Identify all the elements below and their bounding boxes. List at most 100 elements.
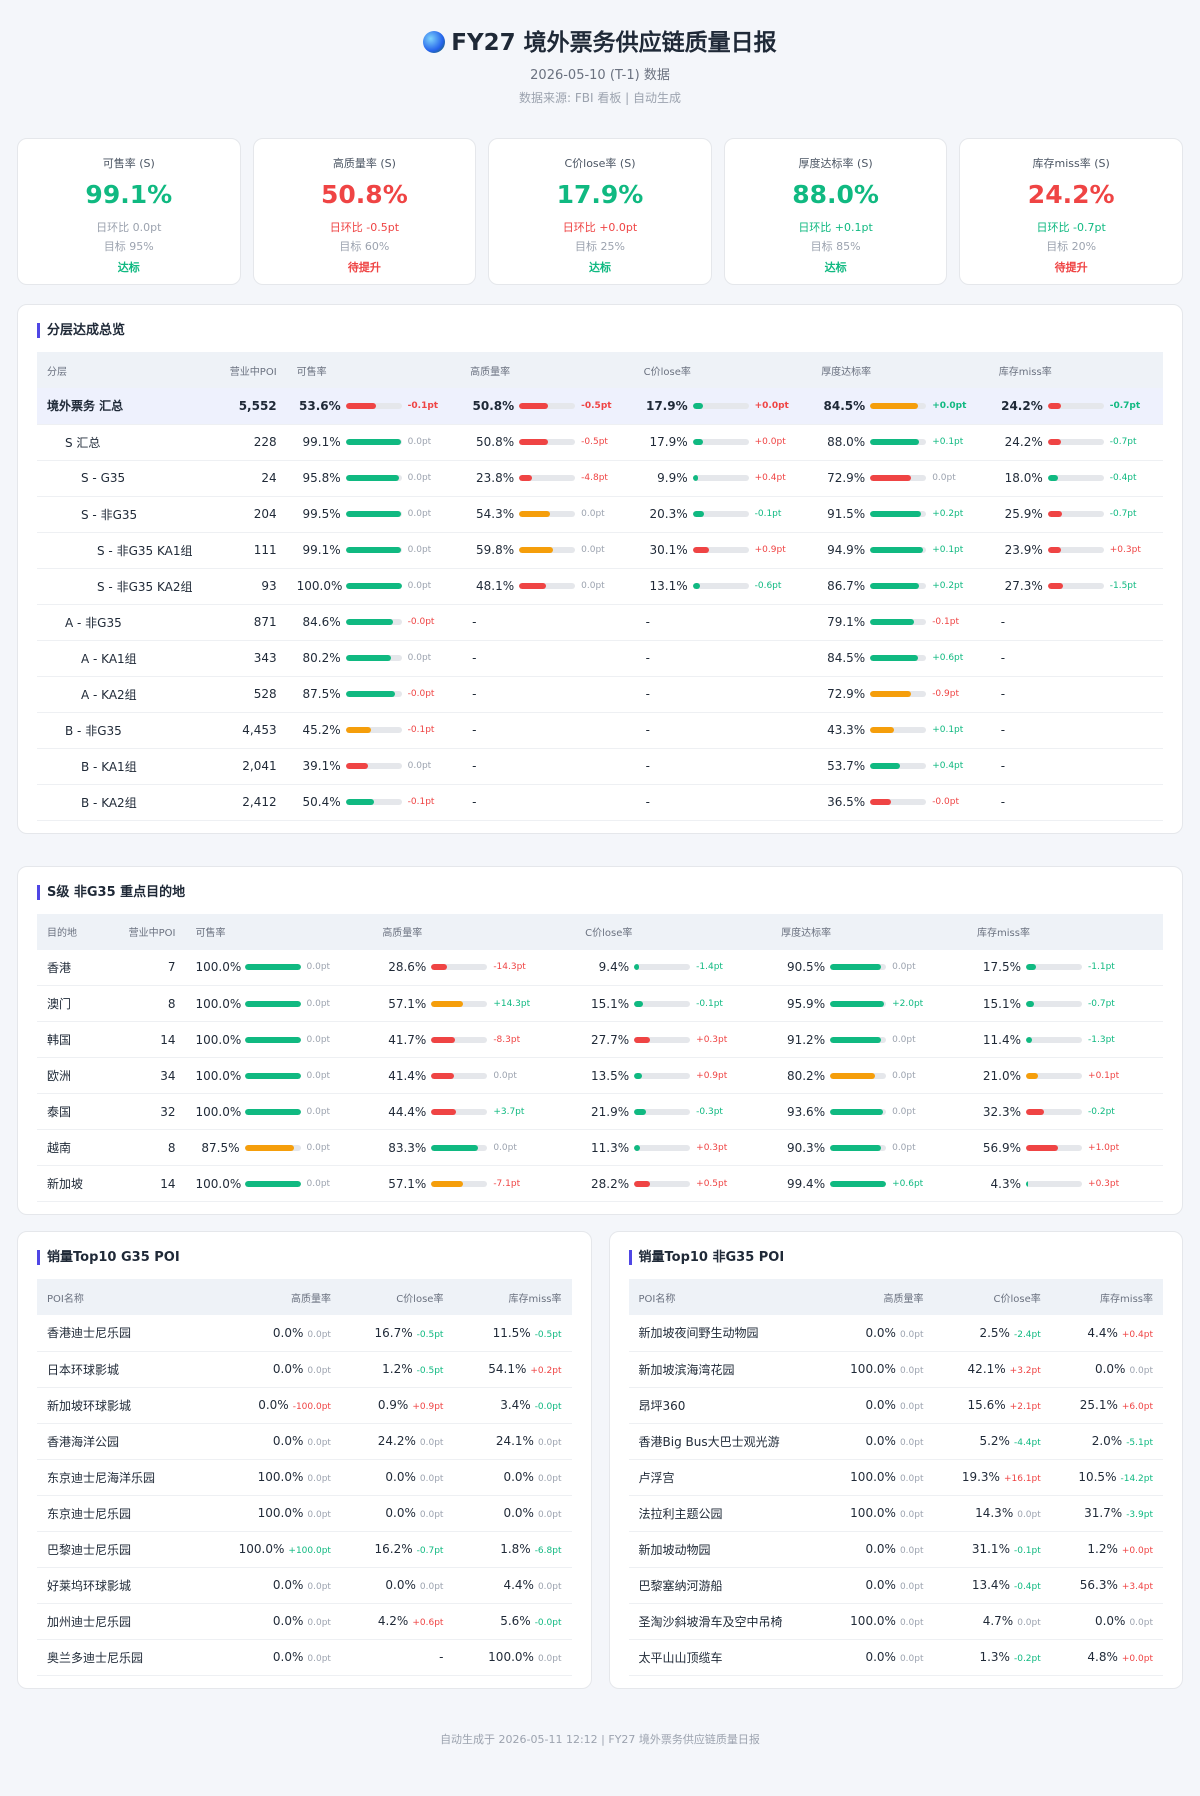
metric-delta: +0.0pt <box>754 400 789 411</box>
metric-cell: 28.6% -14.3pt <box>372 949 576 986</box>
poi-metric-delta: +0.0pt <box>1121 1654 1153 1664</box>
metric-bar-fill <box>519 439 548 445</box>
metric-bar-fill <box>634 1036 650 1043</box>
metric-value: 100.0% <box>195 1032 242 1047</box>
metric-cell: 80.2% 0.0pt <box>286 640 461 677</box>
metric-bar <box>830 1000 887 1007</box>
tier-row: S - 非G35 KA1组 111 99.1% 0.0pt 59.8% 0.0pt 30.1… <box>37 532 1163 569</box>
poi-metric-value: 0.0% <box>1094 1614 1126 1628</box>
metric-bar <box>431 1180 488 1187</box>
metric-delta: +0.3pt <box>1088 1178 1120 1189</box>
poi-metric: 0.0% 0.0pt <box>198 1639 341 1676</box>
metric: 21.0% +0.1pt <box>977 1069 1153 1083</box>
metric-cell: 53.7% +0.4pt <box>811 748 989 785</box>
poi-metric-delta: 0.0pt <box>1129 1618 1153 1628</box>
tier-name: S - 非G35 KA1组 <box>37 532 215 569</box>
poi-metric-value: 0.0% <box>865 1542 896 1556</box>
metric-delta: -0.1pt <box>407 725 435 735</box>
metric-bar <box>345 439 402 445</box>
poi-metric-delta: -0.1pt <box>1013 1546 1041 1556</box>
metric-delta: -1.1pt <box>1088 962 1115 973</box>
tier-row: B - KA1组 2,041 39.1% 0.0pt - - 53.7% +0.4pt - <box>37 748 1163 785</box>
metric: 54.3% 0.0pt <box>470 507 623 521</box>
poi-metric-value: 100.0% <box>238 1542 285 1556</box>
metric-bar <box>345 691 402 697</box>
metric-value: 80.2% <box>302 651 341 665</box>
report-title: FY27 境外票务供应链质量日报 <box>451 30 777 56</box>
metric-delta: -0.0pt <box>932 797 959 807</box>
metric: 36.5% -0.0pt <box>821 795 979 809</box>
poi-metric-value: 4.8% <box>1087 1650 1118 1664</box>
metric-bar <box>519 402 576 409</box>
metric-bar <box>519 439 576 445</box>
poi-metric-value: 100.0% <box>850 1506 896 1520</box>
poi-row: 新加坡环球影城 0.0% -100.0pt 0.9% +0.9pt 3.4% -0.0pt <box>37 1387 572 1424</box>
metric-delta: 0.0pt <box>581 581 605 591</box>
metric-bar-fill <box>870 727 895 733</box>
poi-metric: 0.9% +0.9pt <box>340 1387 454 1424</box>
metric-bar-fill <box>244 1108 301 1115</box>
metric-bar-fill <box>244 1144 294 1151</box>
column-header: POI名称 <box>628 1279 823 1315</box>
metric-bar <box>692 583 749 589</box>
metric-cell: 30.1% +0.9pt <box>633 532 812 569</box>
metric: 53.7% +0.4pt <box>821 759 979 773</box>
poi-metric: 100.0% 0.0pt <box>822 1459 934 1496</box>
poi-metric-value: 15.6% <box>967 1398 1006 1412</box>
metric-cell: - <box>988 748 1163 785</box>
metric-cell: 54.3% 0.0pt <box>460 496 634 533</box>
metric-value: 9.4% <box>598 960 630 975</box>
metric-value: 84.5% <box>827 651 866 665</box>
poi-metric-delta: +0.9pt <box>412 1402 444 1412</box>
metric-bar <box>1026 964 1083 971</box>
metric-cell: 72.9% -0.9pt <box>811 676 989 713</box>
poi-name: 太平山山顶缆车 <box>628 1639 823 1676</box>
metric-bar <box>1047 439 1104 445</box>
poi-name: 东京迪士尼海洋乐园 <box>37 1459 199 1496</box>
kpi-title: 库存miss率 (S) <box>1032 157 1110 170</box>
kpi-delta: 日环比 -0.7pt <box>1036 221 1106 234</box>
metric-value: 17.5% <box>982 960 1022 975</box>
metric-cell: 100.0% 0.0pt <box>185 949 373 986</box>
poi-metric-value: 0.9% <box>377 1398 409 1412</box>
metric-bar <box>830 1072 887 1079</box>
metric-delta: -0.7pt <box>1109 437 1137 447</box>
metric-value: 15.1% <box>591 996 630 1011</box>
poi-metric-value: 4.4% <box>503 1578 534 1592</box>
metric-bar <box>244 1180 301 1187</box>
metric-bar-fill <box>1026 1108 1045 1115</box>
tier-row: B - 非G35 4,453 45.2% -0.1pt - - 43.3% +0.1pt - <box>37 712 1163 749</box>
metric: 93.6% 0.0pt <box>781 1105 957 1119</box>
poi-metric: 2.5% -2.4pt <box>933 1315 1051 1352</box>
metric-cell: 13.5% +0.9pt <box>575 1057 772 1094</box>
poi-metric: 24.1% 0.0pt <box>453 1423 572 1460</box>
poi-metric: 0.0% 0.0pt <box>453 1459 572 1496</box>
poi-metric: 0.0% 0.0pt <box>198 1603 341 1640</box>
metric-bar <box>1026 1000 1083 1007</box>
poi-name: 好莱坞环球影城 <box>37 1567 199 1604</box>
poi-metric-value: 0.0% <box>385 1578 416 1592</box>
metric: 90.3% 0.0pt <box>781 1141 957 1155</box>
metric-cell: - <box>460 784 634 821</box>
metric-value: 91.2% <box>786 1032 826 1047</box>
poi-name: 圣淘沙斜坡滑车及空中吊椅 <box>628 1603 823 1640</box>
metric-cell: 50.4% -0.1pt <box>286 784 461 821</box>
metric-value: 53.7% <box>827 759 866 773</box>
metric-bar <box>244 1036 301 1043</box>
metric-value: 100.0% <box>195 1176 242 1191</box>
metric: 23.9% +0.3pt <box>999 543 1153 557</box>
metric-bar-fill <box>870 475 911 481</box>
destination-poi-count: 32 <box>104 1093 186 1130</box>
poi-row: 东京迪士尼乐园 100.0% 0.0pt 0.0% 0.0pt 0.0% 0.0pt <box>37 1495 572 1532</box>
report-title-row: FY27 境外票务供应链质量日报 <box>17 26 1183 60</box>
poi-metric-value: 1.8% <box>500 1542 531 1556</box>
metric-bar-fill <box>1047 475 1058 481</box>
metric: 72.9% -0.9pt <box>821 687 979 701</box>
metric-bar-fill <box>1047 439 1062 445</box>
poi-metric: 4.8% +0.0pt <box>1050 1639 1163 1676</box>
metric-delta: 0.0pt <box>892 962 916 973</box>
metric-delta: -0.5pt <box>581 437 608 447</box>
metric-delta: 0.0pt <box>407 509 432 519</box>
metric-delta: 0.0pt <box>306 1070 331 1081</box>
metric-value: 100.0% <box>296 579 343 593</box>
